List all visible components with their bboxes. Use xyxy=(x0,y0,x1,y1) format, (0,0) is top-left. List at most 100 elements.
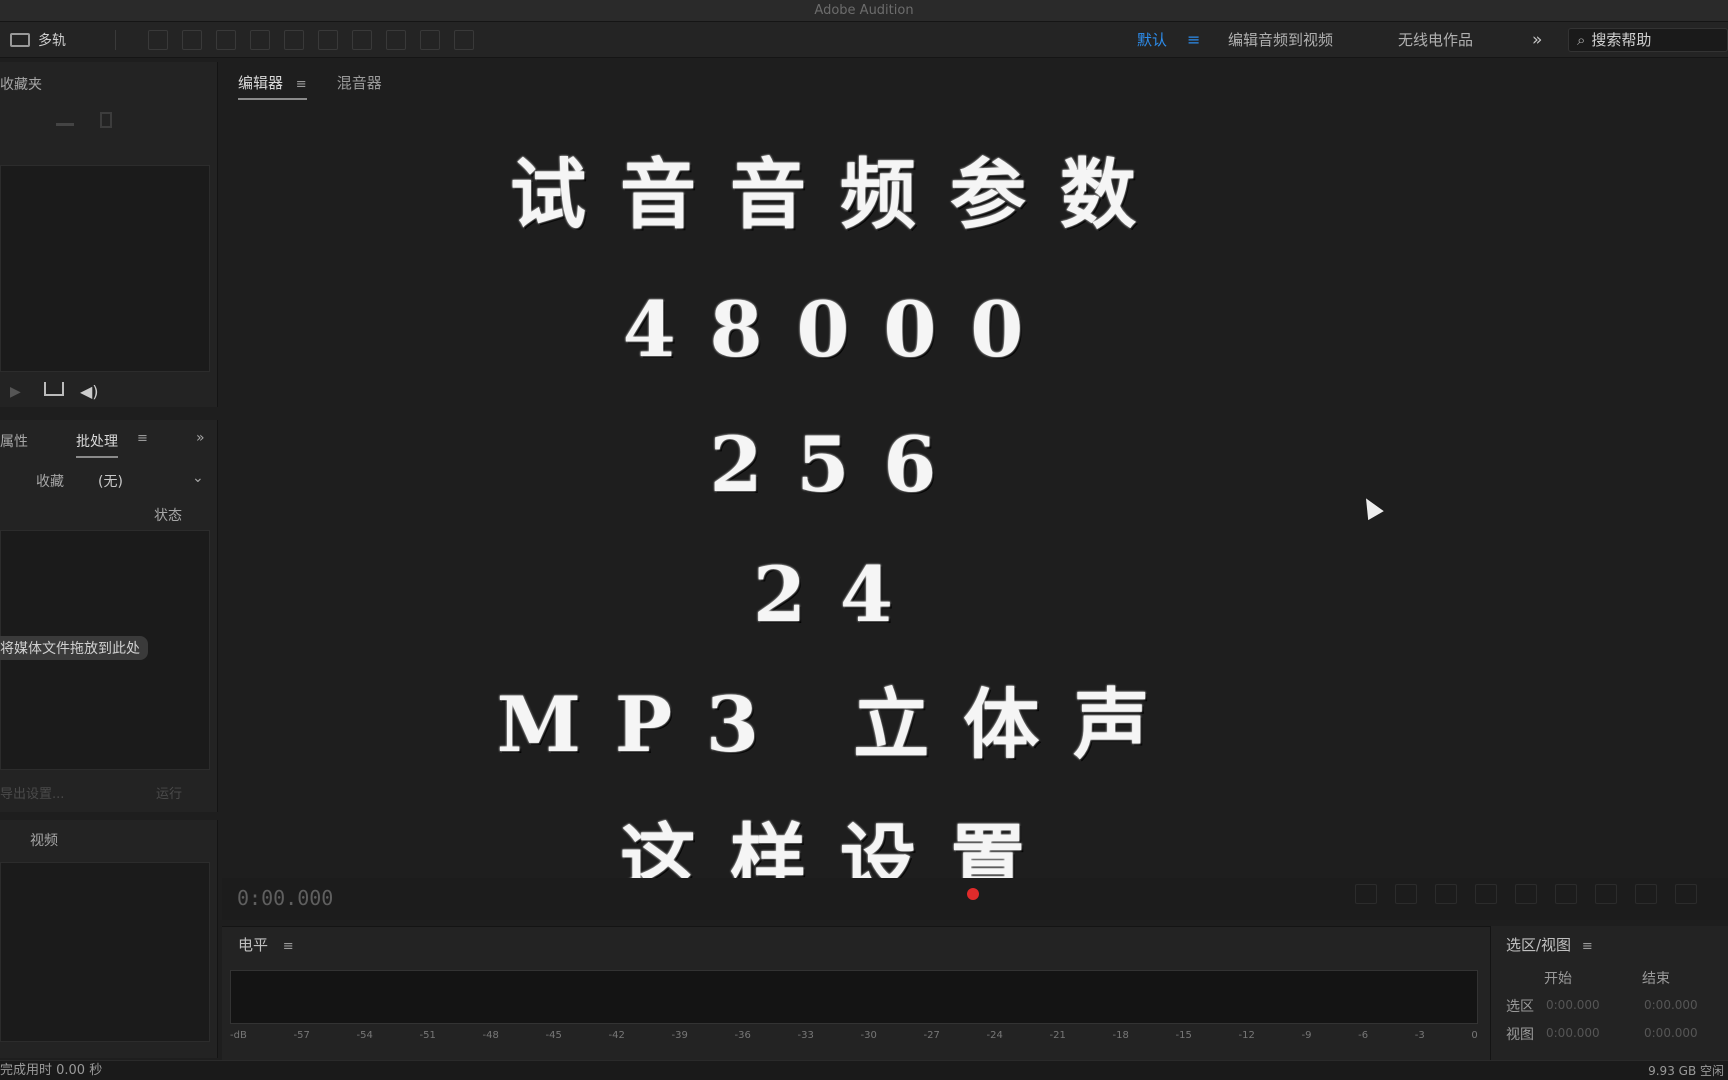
record-icon[interactable] xyxy=(967,888,979,900)
workspace-more-icon[interactable]: » xyxy=(1532,30,1542,50)
toolbar-divider xyxy=(115,30,116,50)
caption-line-3: 256 xyxy=(709,420,971,509)
zoom-in-point-icon[interactable] xyxy=(1595,884,1617,904)
tab-properties[interactable]: 属性 xyxy=(0,431,28,451)
col-end: 结束 xyxy=(1642,971,1670,987)
zoom-selection-icon[interactable] xyxy=(1555,884,1577,904)
tab-video[interactable]: 视频 xyxy=(30,830,58,850)
levels-title-label: 电平 xyxy=(238,936,269,954)
workspace-edit-video[interactable]: 编辑音频到视频 xyxy=(1228,30,1333,50)
tool-group xyxy=(148,30,474,50)
multitrack-label: 多轨 xyxy=(38,33,66,49)
marquee-tool-icon[interactable] xyxy=(352,30,372,50)
level-tick: -30 xyxy=(860,1030,877,1041)
row-selection: 选区 xyxy=(1506,999,1534,1015)
volume-icon[interactable]: ◀) xyxy=(80,382,99,401)
favorites-select[interactable]: (无) xyxy=(98,471,123,491)
window-title: Adobe Audition xyxy=(0,0,1728,22)
batch-menu-icon[interactable]: ≡ xyxy=(137,431,148,446)
time-selection-tool-icon[interactable] xyxy=(318,30,338,50)
levels-title: 电平 ≡ xyxy=(238,934,294,955)
razor-tool-icon[interactable] xyxy=(250,30,270,50)
search-help-input[interactable]: ⌕ 搜索帮助 xyxy=(1568,28,1728,52)
slip-tool-icon[interactable] xyxy=(284,30,304,50)
selection-view-menu-icon[interactable]: ≡ xyxy=(1582,939,1593,954)
tab-batch[interactable]: 批处理 xyxy=(76,431,118,458)
favorites-record-icon[interactable] xyxy=(56,112,74,126)
level-tick: -dB xyxy=(230,1030,247,1041)
multitrack-button[interactable]: 多轨 xyxy=(10,30,66,50)
disk-space: 9.93 GB 空闲 xyxy=(1648,1064,1724,1078)
zoom-out-time-icon[interactable] xyxy=(1475,884,1497,904)
zoom-out-point-icon[interactable] xyxy=(1635,884,1657,904)
zoom-in-time-icon[interactable] xyxy=(1435,884,1457,904)
level-tick: 0 xyxy=(1471,1030,1478,1041)
caption-line-2: 48000 xyxy=(622,285,1058,374)
favorites-list xyxy=(0,165,210,372)
tab-editor[interactable]: 编辑器 ≡ xyxy=(238,72,307,100)
pitch-display-icon[interactable] xyxy=(182,30,202,50)
view-end-field[interactable]: 0:00.000 xyxy=(1644,1026,1698,1040)
selection-end-field[interactable]: 0:00.000 xyxy=(1644,998,1698,1012)
main-toolbar: 多轨 默认 ≡ 编辑音频到视频 无线电作品 » ⌕ 搜索帮助 xyxy=(0,22,1728,58)
workspace-default[interactable]: 默认 xyxy=(1137,30,1167,50)
level-tick: -51 xyxy=(419,1030,436,1041)
workspace-menu-icon[interactable]: ≡ xyxy=(1187,30,1200,50)
editor-tabs: 编辑器 ≡ 混音器 xyxy=(238,72,382,100)
play-icon[interactable]: ▶ xyxy=(10,384,21,400)
run-button[interactable]: 运行 xyxy=(156,783,182,802)
status-message: 完成用时 0.00 秒 xyxy=(0,1063,103,1078)
panel-more-icon[interactable]: » xyxy=(196,430,205,446)
search-placeholder: 搜索帮助 xyxy=(1591,31,1652,49)
video-preview xyxy=(0,862,210,1042)
brush-tool-icon[interactable] xyxy=(420,30,440,50)
search-icon: ⌕ xyxy=(1577,31,1586,49)
level-tick: -45 xyxy=(545,1030,562,1041)
zoom-reset-icon[interactable] xyxy=(1675,884,1697,904)
selection-view-title: 选区/视图 ≡ xyxy=(1506,934,1593,955)
level-tick: -42 xyxy=(608,1030,625,1041)
level-tick: -54 xyxy=(356,1030,373,1041)
zoom-out-full-icon[interactable] xyxy=(1515,884,1537,904)
tab-editor-label: 编辑器 xyxy=(238,74,284,92)
favorites-delete-icon[interactable] xyxy=(100,112,112,128)
selection-start-field[interactable]: 0:00.000 xyxy=(1546,998,1600,1012)
favorites-title: 收藏夹 xyxy=(0,77,42,93)
zoom-in-amplitude-icon[interactable] xyxy=(1355,884,1377,904)
level-tick: -12 xyxy=(1238,1030,1255,1041)
time-readout: 0:00.000 xyxy=(237,886,334,910)
level-tick: -6 xyxy=(1358,1030,1369,1041)
spectral-display-icon[interactable] xyxy=(148,30,168,50)
tab-mixer[interactable]: 混音器 xyxy=(337,72,382,100)
workspace-radio[interactable]: 无线电作品 xyxy=(1398,30,1473,50)
drop-hint: 将媒体文件拖放到此处 xyxy=(0,636,148,660)
move-tool-icon[interactable] xyxy=(216,30,236,50)
col-start: 开始 xyxy=(1544,971,1572,987)
levels-menu-icon[interactable]: ≡ xyxy=(283,939,294,954)
export-settings-button[interactable]: 导出设置... xyxy=(0,783,64,802)
level-tick: -48 xyxy=(482,1030,499,1041)
level-tick: -36 xyxy=(734,1030,751,1041)
level-scale: -dB -57 -54 -51 -48 -45 -42 -39 -36 -33 -30 -27 -24-… xyxy=(230,1030,1478,1048)
level-tick: -18 xyxy=(1112,1030,1129,1041)
editor-menu-icon[interactable]: ≡ xyxy=(296,77,307,92)
level-tick: -3 xyxy=(1414,1030,1425,1041)
level-tick: -9 xyxy=(1301,1030,1312,1041)
level-tick: -39 xyxy=(671,1030,688,1041)
caption-line-5: MP3 立体声 xyxy=(496,680,1184,769)
lasso-tool-icon[interactable] xyxy=(386,30,406,50)
chevron-down-icon[interactable]: ⌄ xyxy=(192,470,204,486)
level-tick: -27 xyxy=(923,1030,940,1041)
zoom-tools xyxy=(1355,884,1697,904)
level-tick: -21 xyxy=(1049,1030,1066,1041)
level-tick: -33 xyxy=(797,1030,814,1041)
level-tick: -24 xyxy=(986,1030,1003,1041)
favorites-label: 收藏 xyxy=(36,474,64,490)
spot-healing-tool-icon[interactable] xyxy=(454,30,474,50)
export-icon[interactable] xyxy=(44,382,64,396)
view-start-field[interactable]: 0:00.000 xyxy=(1546,1026,1600,1040)
zoom-out-amplitude-icon[interactable] xyxy=(1395,884,1417,904)
level-tick: -15 xyxy=(1175,1030,1192,1041)
caption-line-4: 24 xyxy=(753,550,927,639)
level-tick: -57 xyxy=(293,1030,310,1041)
